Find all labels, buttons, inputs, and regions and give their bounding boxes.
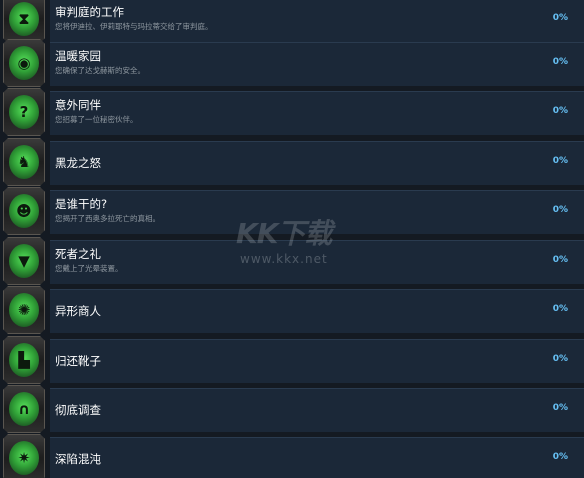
alien-merchant-icon: ✺	[9, 293, 39, 327]
fanged-maw-icon: ▼	[9, 244, 39, 278]
judgement-hourglass-icon: ⧗	[9, 2, 39, 36]
achievement-row[interactable]: ◉ 温暖家园 您确保了达戈赫斯的安全。 0%	[0, 39, 584, 87]
achievement-card: 彻底调查 0%	[50, 388, 584, 432]
achievement-icon-frame: ♞	[3, 138, 45, 186]
achievement-card: 归还靴子 0%	[50, 339, 584, 383]
achievement-title: 审判庭的工作	[55, 5, 124, 19]
achievement-card: 深陷混沌 0%	[50, 437, 584, 478]
achievement-title: 意外同伴	[55, 98, 101, 112]
achievement-card: 温暖家园 您确保了达戈赫斯的安全。 0%	[50, 42, 584, 86]
achievement-icon-frame: ⧗	[3, 0, 45, 43]
achievement-progress: 0%	[552, 452, 568, 462]
investigation-gate-icon: ∩	[9, 392, 39, 426]
achievement-progress: 0%	[552, 354, 568, 364]
achievement-title: 归还靴子	[55, 354, 101, 368]
achievement-progress: 0%	[552, 106, 568, 116]
achievement-list: ⧗ 审判庭的工作 您将伊迪拉、伊莉耶特与玛拉蒂交给了审判庭。 0% ◉ 温暖家园…	[0, 0, 584, 478]
achievement-icon-frame: ?	[3, 88, 45, 136]
achievement-progress: 0%	[552, 255, 568, 265]
chaos-star-icon: ✷	[9, 441, 39, 475]
achievement-row[interactable]: ▙ 归还靴子 0%	[0, 336, 584, 384]
achievement-row[interactable]: ✷ 深陷混沌 0%	[0, 434, 584, 478]
achievement-icon-frame: ◉	[3, 39, 45, 87]
achievement-title: 是谁干的?	[55, 197, 108, 211]
achievement-row[interactable]: ∩ 彻底调查 0%	[0, 385, 584, 433]
achievement-card: 死者之礼 您戴上了光晕装置。 0%	[50, 240, 584, 284]
achievement-description: 您揭开了西奥多拉死亡的真相。	[55, 214, 160, 223]
achievement-icon-frame: ✺	[3, 286, 45, 334]
achievement-card: 审判庭的工作 您将伊迪拉、伊莉耶特与玛拉蒂交给了审判庭。 0%	[50, 0, 584, 42]
achievement-progress: 0%	[552, 205, 568, 215]
achievement-card: 是谁干的? 您揭开了西奥多拉死亡的真相。 0%	[50, 190, 584, 234]
achievement-icon-frame: ✷	[3, 434, 45, 478]
achievement-row[interactable]: ✺ 异形商人 0%	[0, 286, 584, 334]
hooded-question-icon: ?	[9, 95, 39, 129]
achievement-title: 异形商人	[55, 304, 101, 318]
achievement-progress: 0%	[552, 156, 568, 166]
achievement-card: 意外同伴 您招募了一位秘密伙伴。 0%	[50, 91, 584, 135]
achievement-progress: 0%	[552, 57, 568, 67]
achievement-row[interactable]: ☻ 是谁干的? 您揭开了西奥多拉死亡的真相。 0%	[0, 187, 584, 235]
achievement-row[interactable]: ⧗ 审判庭的工作 您将伊迪拉、伊莉耶特与玛拉蒂交给了审判庭。 0%	[0, 0, 584, 43]
achievement-description: 您招募了一位秘密伙伴。	[55, 115, 138, 124]
achievement-title: 彻底调查	[55, 403, 101, 417]
achievement-row[interactable]: ♞ 黑龙之怒 0%	[0, 138, 584, 186]
achievement-card: 异形商人 0%	[50, 289, 584, 333]
achievement-title: 深陷混沌	[55, 452, 101, 466]
achievement-icon-frame: ∩	[3, 385, 45, 433]
achievement-row[interactable]: ▼ 死者之礼 您戴上了光晕装置。 0%	[0, 237, 584, 285]
achievement-title: 温暖家园	[55, 49, 101, 63]
achievement-icon-frame: ▙	[3, 336, 45, 384]
achievement-description: 您戴上了光晕装置。	[55, 264, 123, 273]
warm-home-mask-icon: ◉	[9, 46, 39, 80]
achievement-title: 黑龙之怒	[55, 156, 101, 170]
achievement-icon-frame: ▼	[3, 237, 45, 285]
boots-icon: ▙	[9, 343, 39, 377]
achievement-card: 黑龙之怒 0%	[50, 141, 584, 185]
achievement-title: 死者之礼	[55, 247, 101, 261]
black-dragon-icon: ♞	[9, 145, 39, 179]
achievement-icon-frame: ☻	[3, 187, 45, 235]
achievement-row[interactable]: ? 意外同伴 您招募了一位秘密伙伴。 0%	[0, 88, 584, 136]
mystery-face-icon: ☻	[9, 194, 39, 228]
achievement-description: 您确保了达戈赫斯的安全。	[55, 66, 145, 75]
achievement-progress: 0%	[552, 13, 568, 23]
achievement-progress: 0%	[552, 403, 568, 413]
achievement-description: 您将伊迪拉、伊莉耶特与玛拉蒂交给了审判庭。	[55, 22, 213, 31]
achievement-progress: 0%	[552, 304, 568, 314]
